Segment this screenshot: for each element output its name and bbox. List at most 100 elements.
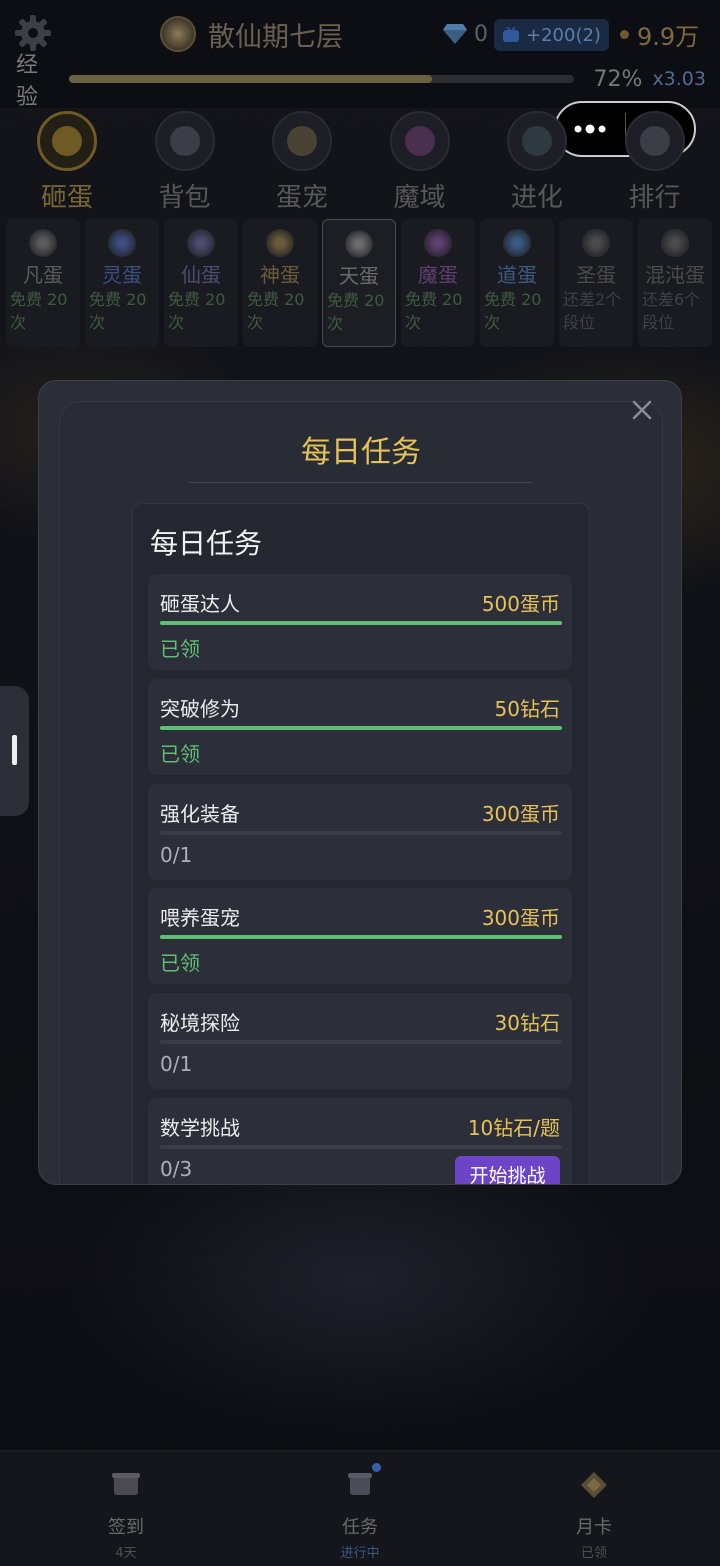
egg-note: 免费 20次 (405, 290, 463, 332)
task-item: 数学挑战 10钻石/题 0/3 开始挑战 (148, 1098, 572, 1184)
tv-icon (503, 27, 519, 42)
egg-note: 免费 20次 (10, 290, 68, 332)
egg-note: 还差2个段位 (563, 290, 622, 332)
task-status: 已领 (160, 741, 200, 766)
bottom-nav-1[interactable]: 任务 进行中 (280, 1451, 440, 1566)
egg-note: 免费 20次 (168, 290, 226, 332)
realm-badge-icon (160, 16, 196, 52)
bottom-nav: 签到 4天 任务 进行中 月卡 已领 (0, 1450, 720, 1566)
tab-label: 砸蛋 (40, 183, 93, 213)
egg-name: 道蛋 (497, 263, 537, 287)
task-reward: 500蛋币 (481, 592, 560, 616)
task-status: 0/1 (160, 1052, 193, 1077)
egg-icon (661, 229, 689, 257)
egg-card[interactable]: 混沌蛋还差6个段位 (638, 219, 712, 347)
exp-multiplier: x3.03 (652, 68, 706, 90)
task-name: 突破修为 (160, 696, 240, 721)
task-reward: 10钻石/题 (467, 1116, 560, 1140)
tab-4[interactable]: 进化 (478, 108, 596, 214)
task-progress-track (160, 830, 562, 835)
tv-bonus-button[interactable]: +200(2) (494, 19, 609, 51)
task-reward: 50钻石 (494, 696, 560, 721)
egg-card[interactable]: 灵蛋 免费 20次 (85, 219, 159, 347)
tab-icon-core (52, 126, 82, 156)
task-progress-fill (160, 725, 562, 730)
task-item: 砸蛋达人 500蛋币 已领 (148, 574, 572, 670)
tab-0[interactable]: 砸蛋 (8, 108, 126, 214)
realm-display: 散仙期七层 (160, 14, 343, 54)
close-icon[interactable] (629, 397, 655, 423)
task-progress-track (160, 725, 562, 730)
egg-name: 神蛋 (260, 263, 300, 287)
tab-1[interactable]: 背包 (126, 108, 244, 214)
egg-card[interactable]: 凡蛋 免费 20次 (6, 219, 80, 347)
exp-percent: 72% (593, 66, 643, 92)
bottom-nav-label: 月卡 (576, 1517, 612, 1538)
tab-2[interactable]: 蛋宠 (243, 108, 361, 214)
exp-label: 经验 (16, 53, 39, 110)
bottom-nav-sub: 已领 (580, 1546, 607, 1561)
egg-name: 圣蛋 (576, 263, 616, 287)
egg-icon (108, 229, 136, 257)
smash-egg-icon (37, 111, 97, 171)
egg-icon (503, 229, 531, 257)
task-progress-track (160, 1145, 562, 1149)
exp-bar: 经验 72% x3.03 (16, 53, 706, 110)
diamond-count: 0 (474, 21, 488, 47)
month-card-icon (581, 1472, 607, 1498)
bottom-nav-label: 签到 (108, 1517, 144, 1538)
tab-icon-core (287, 126, 317, 156)
bottom-nav-0[interactable]: 签到 4天 (46, 1451, 206, 1566)
egg-card[interactable]: 魔蛋免费 20次 (401, 219, 475, 347)
egg-card[interactable]: 圣蛋还差2个段位 (559, 219, 633, 347)
egg-note: 还差6个段位 (642, 290, 701, 332)
tab-label: 进化 (510, 183, 563, 213)
start-challenge-button[interactable]: 开始挑战 (455, 1156, 560, 1184)
task-status: 已领 (160, 637, 200, 661)
egg-name: 魔蛋 (418, 263, 458, 287)
egg-card[interactable]: 道蛋 免费 20次 (480, 219, 554, 347)
ranking-icon (624, 111, 685, 171)
tab-5[interactable]: 排行 (596, 108, 714, 214)
task-progress-fill (160, 621, 562, 625)
title-divider (189, 482, 533, 483)
main-tabs: 砸蛋 背包 蛋宠 魔域 进化 排行 (0, 108, 720, 214)
tab-label: 排行 (628, 183, 681, 213)
diamond-counter: 0 (442, 14, 488, 54)
task-status: 0/3 (160, 1157, 193, 1181)
tab-icon-core (404, 126, 435, 156)
egg-icon (345, 230, 373, 258)
tab-3[interactable]: 魔域 (361, 108, 479, 214)
egg-name: 天蛋 (339, 264, 379, 288)
task-reward: 30钻石 (494, 1011, 560, 1036)
side-drawer-handle[interactable] (0, 686, 29, 816)
task-status: 0/1 (160, 842, 193, 867)
egg-name: 仙蛋 (181, 263, 221, 287)
egg-note: 免费 20次 (327, 291, 385, 333)
demon-realm-icon (389, 111, 450, 171)
task-reward: 300蛋币 (481, 801, 560, 826)
backpack-icon (154, 111, 215, 171)
task-status: 已领 (160, 951, 200, 976)
egg-icon (266, 229, 294, 257)
bottom-nav-sub: 4天 (115, 1546, 137, 1561)
coin-counter: 9.9万 (620, 14, 699, 54)
bottom-nav-sub: 进行中 (340, 1546, 380, 1561)
task-name: 强化装备 (160, 801, 240, 826)
tab-icon-core (169, 126, 200, 156)
notification-dot (372, 1463, 381, 1472)
egg-note: 免费 20次 (89, 290, 147, 332)
bottom-nav-2[interactable]: 月卡 已领 (514, 1451, 674, 1566)
egg-card[interactable]: 神蛋 免费 20次 (243, 219, 317, 347)
tab-icon-core (639, 126, 670, 156)
coin-icon (620, 29, 629, 39)
egg-card[interactable]: 仙蛋免费 20次 (164, 219, 238, 347)
task-reward: 300蛋币 (481, 906, 560, 931)
bottom-nav-label: 任务 (342, 1517, 378, 1538)
egg-name: 混沌蛋 (645, 263, 705, 287)
egg-card[interactable]: 天蛋免费 20次 (322, 219, 396, 347)
coin-count: 9.9万 (637, 22, 700, 51)
task-item: 突破修为 50钻石已领 (148, 678, 572, 775)
egg-icon (424, 229, 452, 257)
task-panel: 每日任务 砸蛋达人 500蛋币 已领 突破修为 50钻石 已领 强化装备 300蛋币 0/1 喂养… (132, 503, 590, 1184)
